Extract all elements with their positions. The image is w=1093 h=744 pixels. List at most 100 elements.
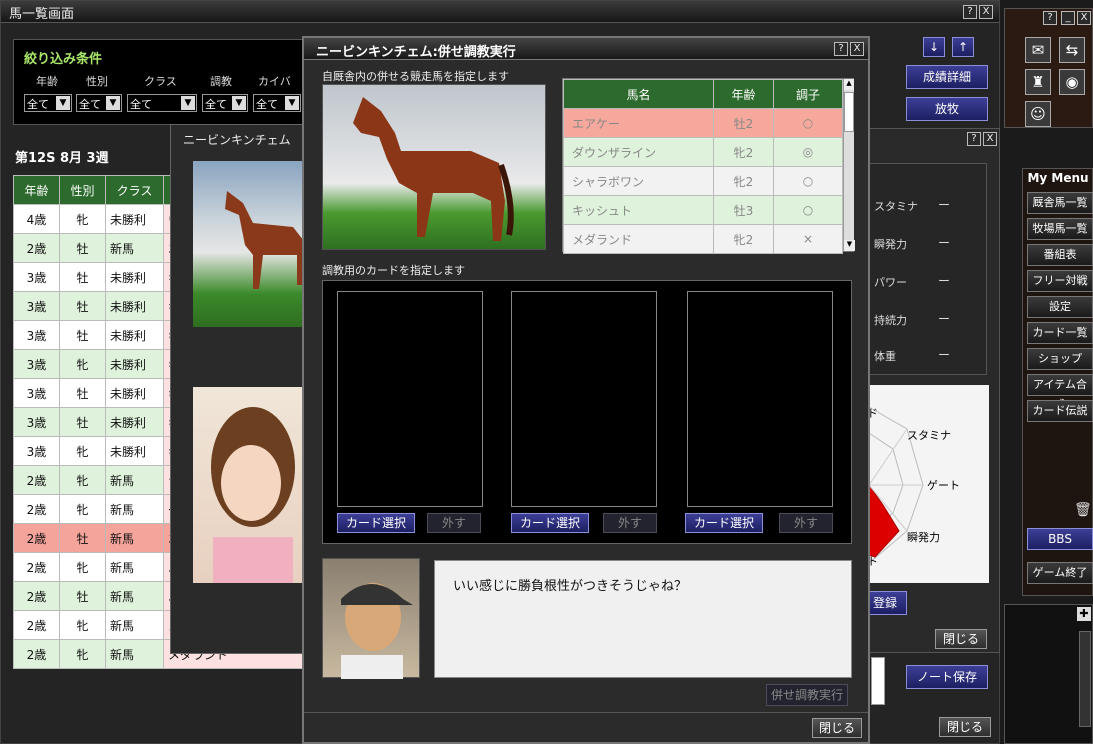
table-cell-sex: 牝 [59,552,106,582]
card-remove-button-3[interactable]: 外す [779,513,833,533]
note-save-button[interactable]: ノート保存 [906,665,988,689]
menu-item[interactable]: カード伝説 [1027,400,1093,422]
table-cell-age: 2歳 [13,523,60,553]
card-remove-button-2[interactable]: 外す [603,513,657,533]
trash-icon[interactable]: 🗑 [1074,502,1092,518]
table-cell-sex: 牝 [59,436,106,466]
card-slot-1[interactable] [337,291,483,507]
stat-weight-label: 体重 [874,350,896,363]
horse-row[interactable]: ダウンザライン 牝2 ◎ [563,137,843,167]
card-select-button-3[interactable]: カード選択 [685,513,763,533]
menu-item[interactable]: アイテム合成 [1027,374,1093,411]
table-cell-sex: 牝 [59,494,106,524]
menu-minimize-button[interactable]: _ [1061,11,1075,25]
card-slot-3[interactable] [687,291,833,507]
exchange-icon[interactable]: ⇆ [1059,37,1085,63]
table-cell-cls: 未勝利 [105,436,164,466]
col-header-age[interactable]: 年齢 [13,175,60,205]
col-header-sex[interactable]: 性別 [59,175,106,205]
expand-icon[interactable]: ✚ [1077,607,1091,621]
table-cell-age: 2歳 [13,233,60,263]
col-header-name[interactable]: 馬名 [563,79,714,109]
menu-help-button[interactable]: ? [1043,11,1057,25]
menu-item[interactable]: 設定 [1027,296,1093,318]
filter-class-select[interactable]: 全て ▼ [127,94,197,112]
stat-power-value: ー [938,274,951,288]
filter-training-select[interactable]: 全て ▼ [202,94,248,112]
filter-age-select[interactable]: 全て ▼ [24,94,72,112]
window-title: 馬一覧画面 [9,7,75,22]
filter-feed-select[interactable]: 全て ▼ [253,94,301,112]
menu-item[interactable]: ショップ [1027,348,1093,370]
help-button[interactable]: ? [963,5,977,19]
dialog-help-button[interactable]: ? [834,42,848,56]
chat-panel: ✚ [1004,604,1093,744]
menu-item[interactable]: 番組表 [1027,244,1093,266]
menu-item[interactable]: 牧場馬一覧 [1027,218,1093,240]
filter-label-age: 年齢 [36,75,58,88]
table-cell-sex: 牡 [59,233,106,263]
sort-up-button[interactable]: ↑ [952,37,974,57]
bg-close-button[interactable]: 閉じる [939,717,991,737]
quit-game-button[interactable]: ゲーム終了 [1027,562,1093,584]
card-select-button-2[interactable]: カード選択 [511,513,589,533]
horse-table-scrollbar[interactable]: ▲ ▼ [843,79,855,251]
col-header-class[interactable]: クラス [105,175,164,205]
table-cell-cls: 未勝利 [105,378,164,408]
note-textarea[interactable] [871,657,885,705]
horse-cell-cond: ◎ [773,137,843,167]
avatar-icon[interactable]: ☺ [1025,101,1051,127]
table-cell-age: 3歳 [13,407,60,437]
detail-button[interactable]: 成績詳細 [906,65,988,89]
release-button[interactable]: 放牧 [906,97,988,121]
horse-info-window: ニービンキンチェム [170,124,311,654]
menu-item[interactable]: 厩舎馬一覧 [1027,192,1093,214]
detail-panel-close-button[interactable]: 閉じる [935,629,987,649]
card-remove-button-1[interactable]: 外す [427,513,481,533]
detail-close-button[interactable]: X [983,132,997,146]
menu-close-button[interactable]: X [1077,11,1091,25]
table-cell-age: 3歳 [13,291,60,321]
table-cell-cls: 未勝利 [105,262,164,292]
sort-down-button[interactable]: ↓ [923,37,945,57]
col-header-condition[interactable]: 調子 [773,79,843,109]
table-cell-sex: 牝 [59,610,106,640]
horse-row[interactable]: シャラボワン 牝2 ○ [563,166,843,196]
scroll-thumb[interactable] [844,92,854,132]
table-cell-sex: 牡 [59,378,106,408]
card-slot-2[interactable] [511,291,657,507]
col-header-age[interactable]: 年齢 [713,79,774,109]
stable-icon[interactable]: ♜ [1025,69,1051,95]
bbs-button[interactable]: BBS [1027,528,1093,550]
compass-icon[interactable]: ◉ [1059,69,1085,95]
card-select-button-1[interactable]: カード選択 [337,513,415,533]
mail-icon[interactable]: ✉ [1025,37,1051,63]
menu-item[interactable]: カード一覧 [1027,322,1093,344]
table-cell-cls: 未勝利 [105,204,164,234]
close-button[interactable]: X [979,5,993,19]
scroll-down-icon[interactable]: ▼ [844,240,855,251]
chat-scrollbar[interactable] [1079,631,1091,727]
execute-training-button[interactable]: 併せ調教実行 [766,684,848,706]
trainer-face-image [341,583,413,679]
table-cell-age: 3歳 [13,436,60,466]
dialog-close-button[interactable]: 閉じる [812,718,862,738]
scroll-up-icon[interactable]: ▲ [844,79,854,90]
horse-row[interactable]: キッシュト 牡3 ○ [563,195,843,225]
menu-item[interactable]: フリー対戦 [1027,270,1093,292]
horse-row[interactable]: エアケー 牡2 ○ [563,108,843,138]
filter-label-class: クラス [144,75,177,88]
detail-help-button[interactable]: ? [967,132,981,146]
table-cell-sex: 牡 [59,291,106,321]
trainer-portrait [193,387,311,583]
horse-image [353,97,514,241]
table-cell-sex: 牝 [59,465,106,495]
table-cell-cls: 未勝利 [105,320,164,350]
horse-row[interactable]: メダランド 牝2 × [563,224,843,254]
dialog-close-x-button[interactable]: X [850,42,864,56]
table-cell-sex: 牡 [59,262,106,292]
filter-sex-select[interactable]: 全て ▼ [76,94,122,112]
table-cell-age: 2歳 [13,581,60,611]
horse-cell-name: キッシュト [563,195,714,225]
dialog-title: ニービンキンチェム:併せ調教実行 [316,45,516,60]
